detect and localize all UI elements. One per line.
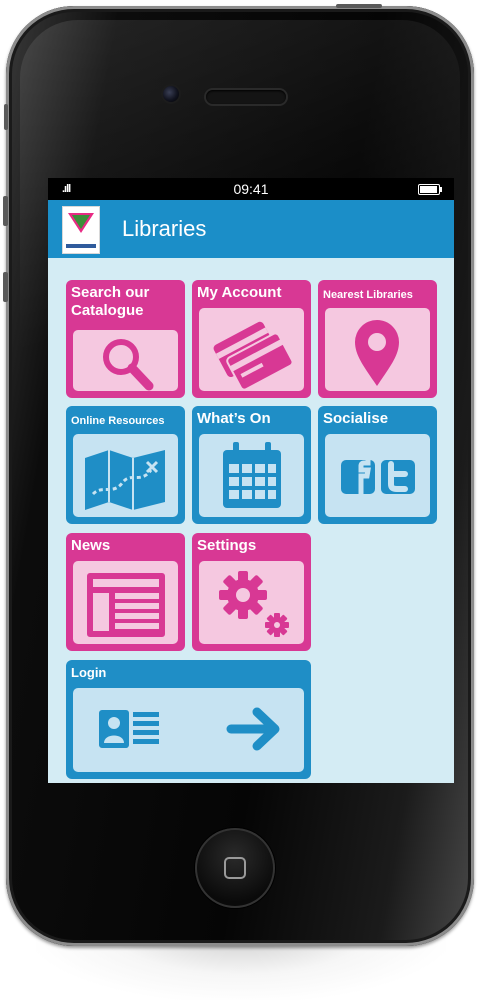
tile-settings[interactable]: Settings	[192, 533, 311, 651]
home-button[interactable]	[195, 828, 275, 908]
home-square-icon	[224, 857, 246, 879]
mute-switch	[4, 104, 8, 130]
tile-socialise[interactable]: Socialise	[318, 406, 437, 524]
tile-online-resources[interactable]: Online Resources	[66, 406, 185, 524]
tile-news[interactable]: News	[66, 533, 185, 651]
magnifier-icon	[103, 339, 154, 391]
tile-icon-panel	[325, 308, 430, 391]
tile-icon-panel	[325, 434, 430, 517]
logo-inner-shape	[72, 215, 90, 229]
logo-bar-shape	[66, 244, 96, 248]
cards-icon	[213, 321, 294, 391]
earpiece-speaker	[206, 90, 286, 104]
volume-up-button	[3, 196, 8, 226]
tile-label: Search our Catalogue	[71, 284, 149, 320]
volume-down-button	[3, 272, 8, 302]
tile-search-catalogue[interactable]: Search our Catalogue	[66, 280, 185, 398]
tile-icon-panel	[199, 308, 304, 391]
tile-icon-panel	[199, 434, 304, 517]
tile-label: Login	[71, 665, 107, 680]
app-header: Libraries	[48, 200, 454, 258]
status-bar: .ıll 09:41	[48, 178, 454, 200]
treasure-map-icon	[85, 450, 165, 510]
tile-whats-on[interactable]: What’s On	[192, 406, 311, 524]
tile-icon-panel	[73, 688, 304, 772]
calendar-icon	[223, 442, 281, 508]
tile-label-line1: Search our	[71, 284, 150, 301]
tile-nearest-libraries[interactable]: Nearest Libraries	[318, 280, 437, 398]
battery-icon	[418, 184, 442, 195]
id-card-arrow-icon	[99, 707, 280, 751]
app-screen: .ıll 09:41 Libraries Search our Catalogu…	[48, 178, 454, 783]
moray-logo	[62, 206, 100, 254]
page-title: Libraries	[122, 216, 207, 241]
tile-icon-panel	[73, 330, 178, 391]
tile-label: Online Resources	[71, 415, 165, 427]
tile-label-line2: Catalogue	[71, 302, 144, 319]
tile-my-account[interactable]: My Account	[192, 280, 311, 398]
tile-label: News	[71, 537, 111, 554]
power-button	[336, 4, 382, 8]
tile-label: Settings	[197, 537, 257, 554]
social-icons	[341, 458, 415, 494]
front-camera	[163, 86, 179, 102]
tile-icon-panel	[73, 561, 178, 644]
newspaper-icon	[87, 573, 165, 637]
tile-icon-panel	[73, 434, 178, 517]
tile-label: My Account	[197, 284, 282, 301]
tile-login[interactable]: Login	[66, 660, 311, 779]
tile-icon-panel	[199, 561, 304, 644]
status-time: 09:41	[233, 181, 269, 197]
tile-label: Socialise	[323, 410, 389, 427]
tile-label: What’s On	[197, 410, 271, 427]
gears-icon	[219, 571, 289, 637]
tile-label: Nearest Libraries	[323, 289, 413, 301]
map-pin-icon	[355, 320, 399, 386]
